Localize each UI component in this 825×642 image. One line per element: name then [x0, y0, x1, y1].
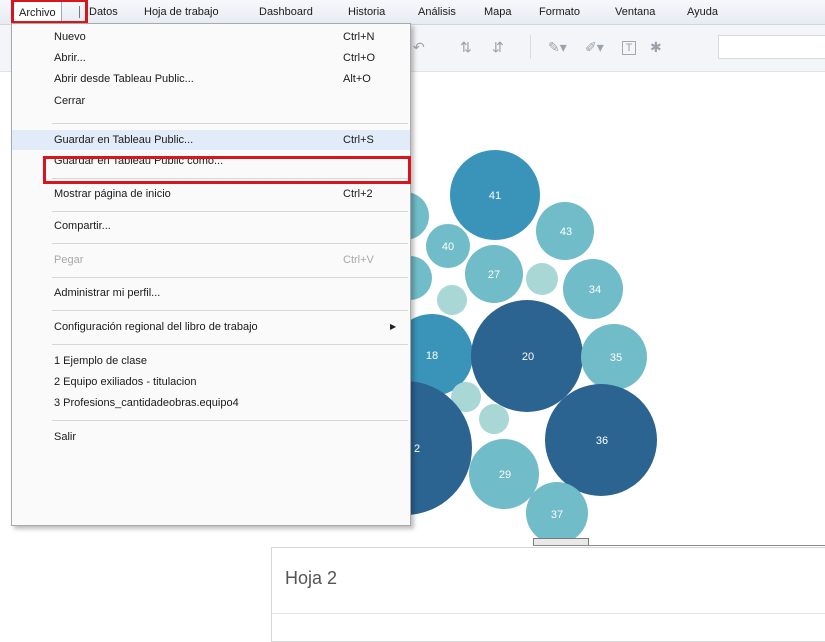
menu-item-abrir-desde-tableau-public[interactable]: Abrir desde Tableau Public... Alt+O — [12, 69, 410, 89]
bubble-label: 2 — [414, 443, 420, 455]
menu-item-shortcut: Alt+O — [343, 73, 371, 85]
menu-item-label: Cerrar — [54, 95, 86, 107]
menu-item-shortcut: Ctrl+S — [343, 134, 374, 146]
menu-item-label: Salir — [54, 431, 77, 443]
menu-item-label: Configuración regional del libro de trab… — [54, 321, 258, 333]
bubble[interactable] — [479, 404, 509, 434]
menu-item-cerrar[interactable]: Cerrar — [12, 91, 410, 111]
menu-item-compartir[interactable]: Compartir... — [12, 216, 410, 236]
menu-item-label: Guardar en Tableau Public... — [54, 134, 194, 146]
bubble-label: 43 — [560, 226, 572, 238]
menu-item-abrir[interactable]: Abrir... Ctrl+O — [12, 48, 410, 68]
menu-item-salir[interactable]: Salir — [12, 427, 410, 447]
menu-item-guardar-en-tableau-public[interactable]: Guardar en Tableau Public... Ctrl+S — [12, 130, 410, 150]
menu-item-label: Guardar en Tableau Public como... — [54, 155, 224, 167]
sheet-divider — [533, 545, 825, 546]
bubble-label: 20 — [522, 351, 534, 363]
bubble-label: 37 — [551, 509, 563, 521]
menu-separator — [52, 344, 408, 345]
menu-item-configuracion-regional[interactable]: Configuración regional del libro de trab… — [12, 317, 410, 337]
bubble-label: 35 — [610, 352, 622, 364]
menu-item-label: Mostrar página de inicio — [54, 188, 171, 200]
menu-separator — [52, 420, 408, 421]
bubble-label: 29 — [499, 469, 511, 481]
menu-item-nuevo[interactable]: Nuevo Ctrl+N — [12, 27, 410, 47]
file-menu-dropdown: Nuevo Ctrl+N Abrir... Ctrl+O Abrir desde… — [11, 23, 411, 526]
menu-separator — [52, 310, 408, 311]
menu-item-label: 3 Profesions_cantidadeobras.equipo4 — [54, 397, 239, 409]
submenu-arrow-icon: ▶ — [390, 322, 397, 331]
menu-item-administrar-mi-perfil[interactable]: Administrar mi perfil... — [12, 283, 410, 303]
sheet-2-title: Hoja 2 — [285, 568, 338, 588]
bubble-label: 40 — [442, 241, 454, 253]
bubble-label: 27 — [488, 269, 500, 281]
menu-item-guardar-como[interactable]: Guardar en Tableau Public como... — [12, 151, 410, 171]
menu-item-label: Compartir... — [54, 220, 111, 232]
menu-item-label: Abrir desde Tableau Public... — [54, 73, 194, 85]
menu-item-label: Abrir... — [54, 52, 86, 64]
menu-separator — [52, 178, 408, 179]
menu-item-label: Administrar mi perfil... — [54, 287, 161, 299]
bubble-label: 36 — [596, 435, 608, 447]
menu-item-recent-3[interactable]: 3 Profesions_cantidadeobras.equipo4 — [12, 393, 410, 413]
bubble[interactable] — [437, 285, 467, 315]
menu-separator — [52, 211, 408, 212]
menu-separator — [52, 243, 408, 244]
bubble-label: 18 — [426, 350, 438, 362]
menu-item-recent-2[interactable]: 2 Equipo exiliados - titulacion — [12, 372, 410, 392]
menu-item-shortcut: Ctrl+O — [343, 52, 376, 64]
sheet-2-panel: Hoja 2 — [271, 547, 825, 642]
bubble-label: 41 — [489, 190, 501, 202]
menu-separator — [52, 123, 408, 124]
bubble[interactable] — [526, 263, 558, 295]
menu-item-pegar: Pegar Ctrl+V — [12, 250, 410, 270]
menu-separator — [52, 277, 408, 278]
menu-item-label: 1 Ejemplo de clase — [54, 355, 147, 367]
menu-item-recent-1[interactable]: 1 Ejemplo de clase — [12, 351, 410, 371]
menu-item-label: Pegar — [54, 254, 84, 266]
menu-item-shortcut: Ctrl+N — [343, 31, 375, 43]
menu-item-label: 2 Equipo exiliados - titulacion — [54, 376, 197, 388]
menu-item-label: Nuevo — [54, 31, 86, 43]
menu-item-shortcut: Ctrl+2 — [343, 188, 373, 200]
bubble-label: 34 — [589, 284, 601, 296]
sheet-2-divider — [272, 613, 825, 614]
menu-item-mostrar-pagina-de-inicio[interactable]: Mostrar página de inicio Ctrl+2 — [12, 184, 410, 204]
menu-item-shortcut: Ctrl+V — [343, 254, 374, 266]
